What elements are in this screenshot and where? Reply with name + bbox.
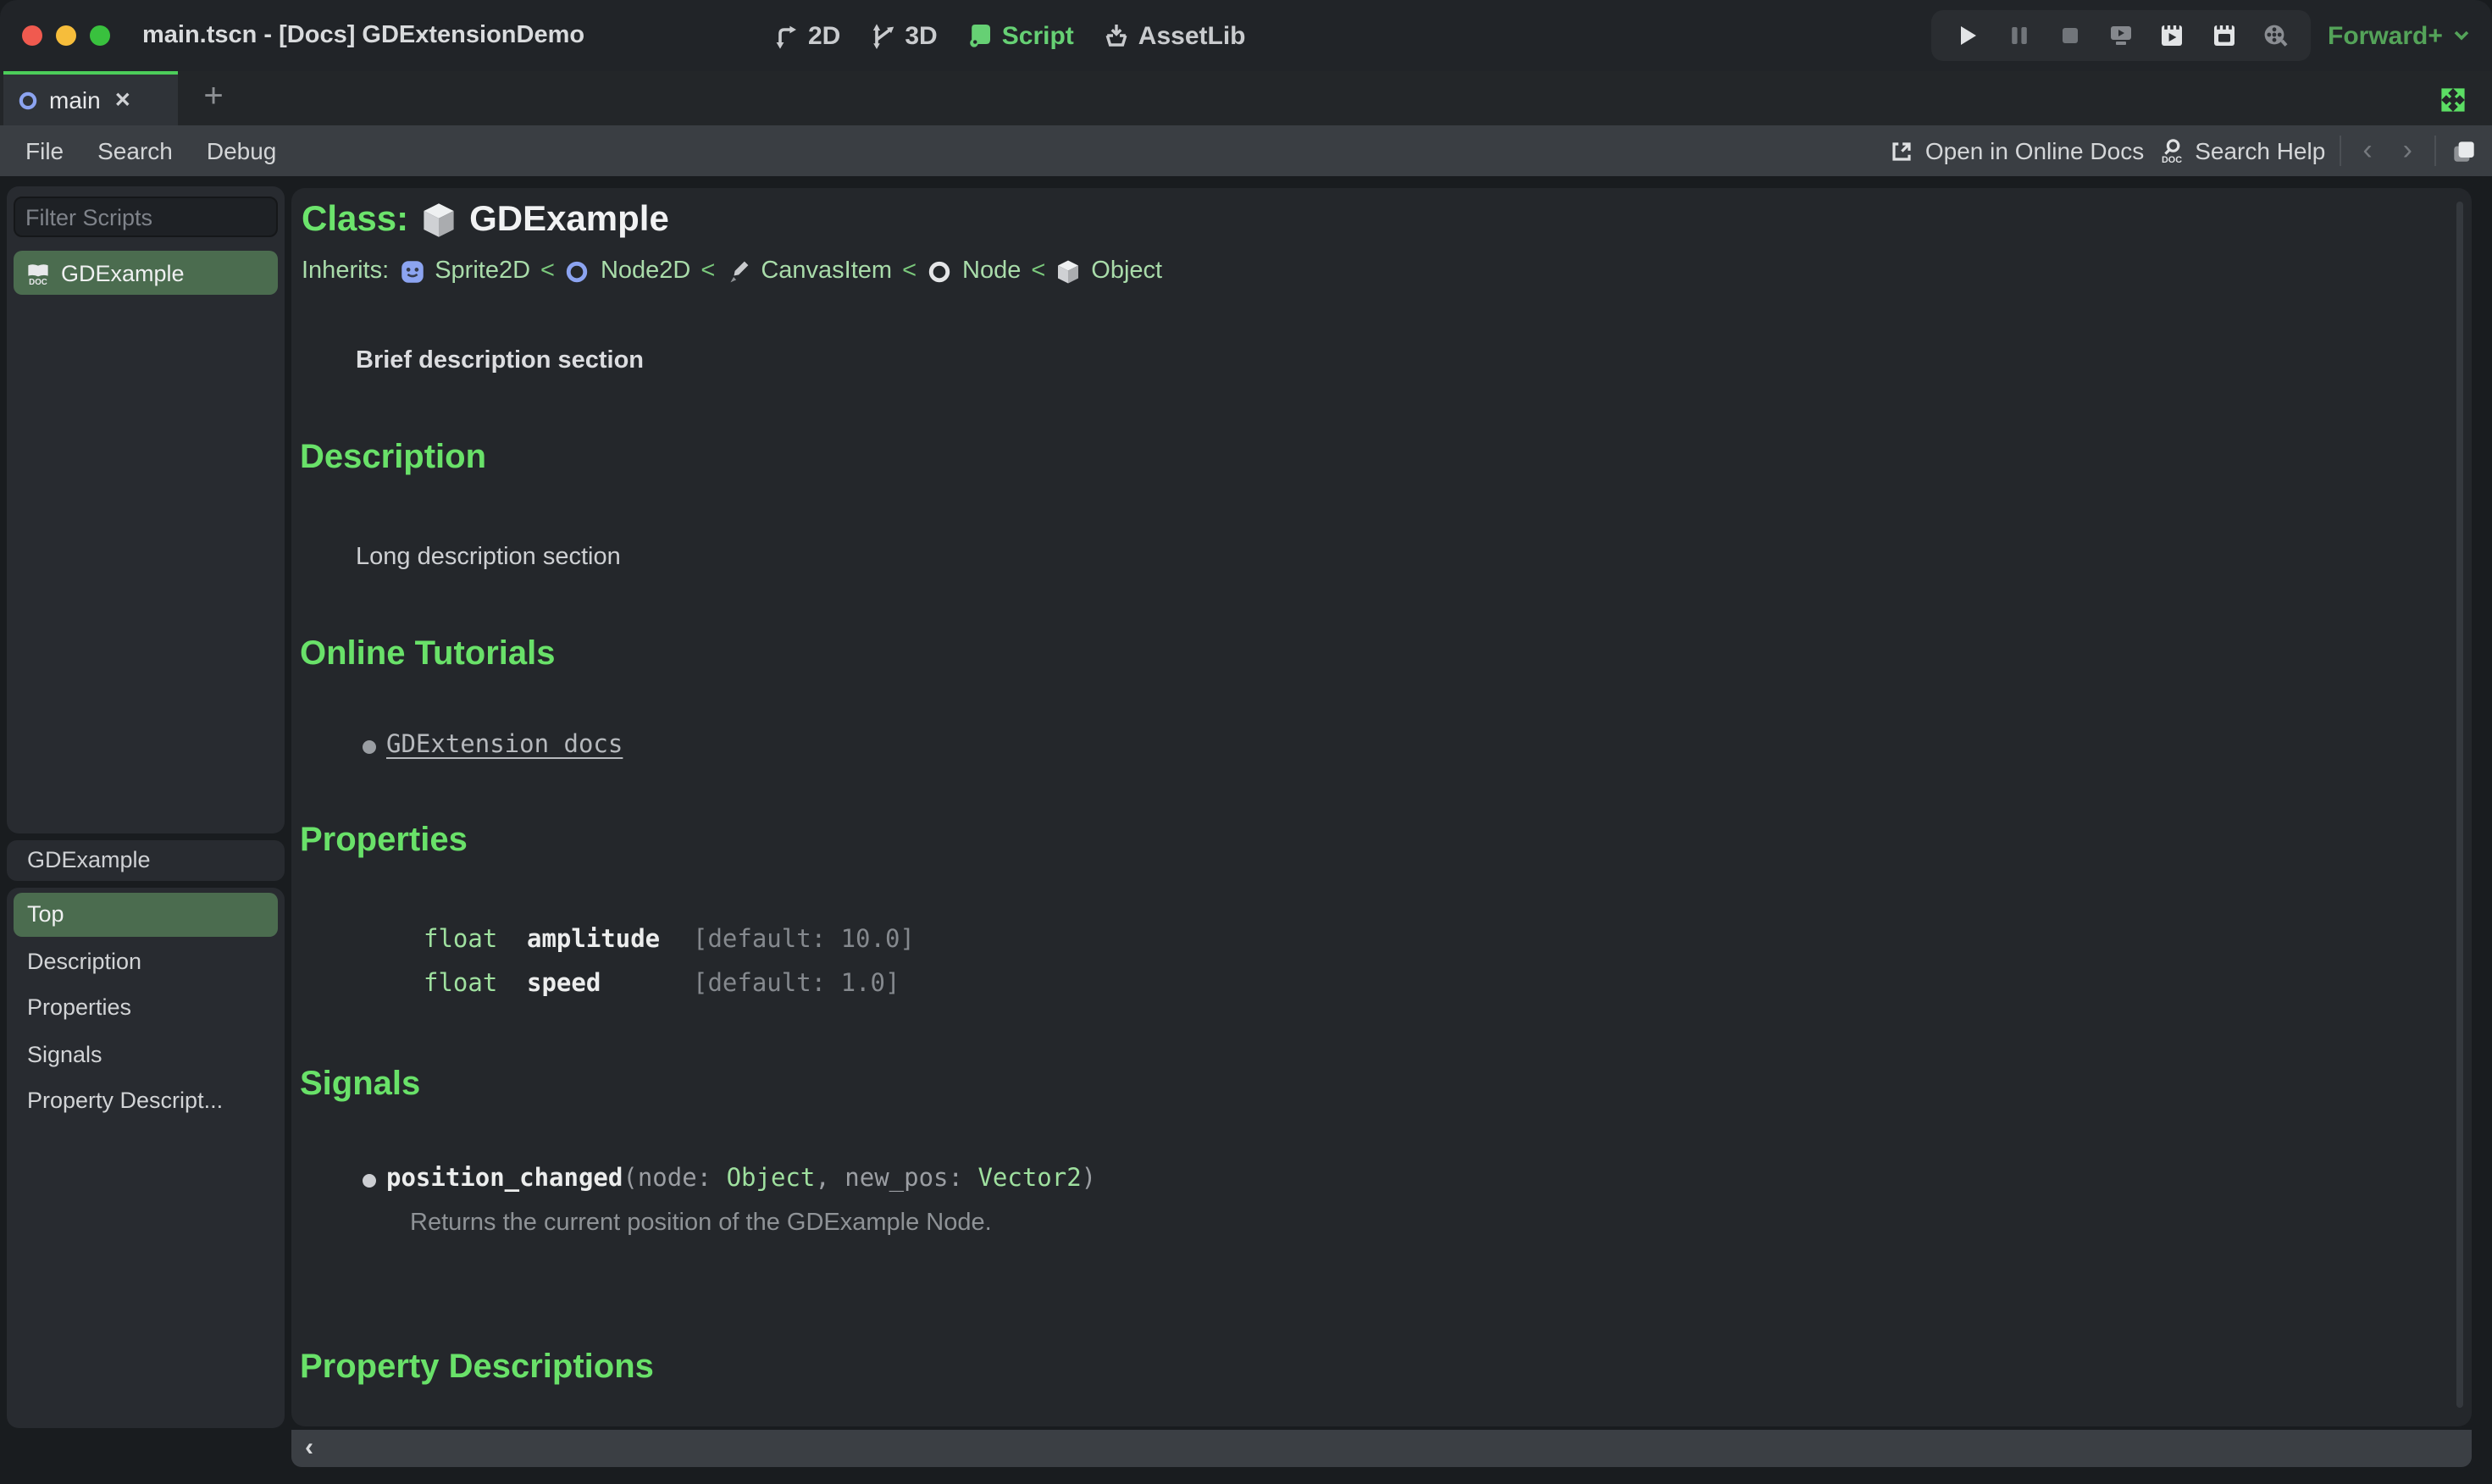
node2d-icon xyxy=(17,89,39,111)
zoom-window-button[interactable] xyxy=(90,25,110,46)
menu-search[interactable]: Search xyxy=(97,137,173,164)
script-list-item-gdexample[interactable]: DOC GDExample xyxy=(14,251,278,295)
list-bullet xyxy=(363,740,376,754)
filter-scripts-box xyxy=(14,197,356,237)
section-heading-property-descriptions: Property Descriptions xyxy=(300,1348,654,1386)
inherits-link-sprite2d[interactable]: Sprite2D xyxy=(435,257,530,285)
bottom-bar: ‹ xyxy=(291,1430,2472,1467)
property-default: [default: 10.0] xyxy=(693,927,915,954)
property-default: [default: 1.0] xyxy=(693,971,900,998)
doc-book-icon: DOC xyxy=(25,260,51,285)
playback-toolbar xyxy=(1931,10,2311,61)
property-type[interactable]: float xyxy=(424,927,497,954)
play-scene-button[interactable] xyxy=(2106,20,2136,51)
scene-tab-bar: main ✕ + xyxy=(0,71,2492,125)
play-custom-scene-button[interactable] xyxy=(2208,20,2239,51)
separator xyxy=(2339,136,2341,166)
history-forward-button[interactable]: › xyxy=(2395,127,2421,174)
distraction-free-mode-button[interactable] xyxy=(2439,86,2467,114)
scripts-panel-toggle-icon[interactable] xyxy=(2450,136,2478,165)
inherits-link-canvasitem[interactable]: CanvasItem xyxy=(761,257,892,285)
titlebar: main.tscn - [Docs] GDExtensionDemo 2D 3D… xyxy=(0,0,2492,71)
menu-debug[interactable]: Debug xyxy=(207,137,277,164)
object-cube-icon xyxy=(420,202,457,239)
section-heading-description: Description xyxy=(300,439,487,476)
window-title: main.tscn - [Docs] GDExtensionDemo xyxy=(142,22,585,49)
stop-button[interactable] xyxy=(2055,20,2085,51)
search-help-icon: DOC xyxy=(2157,137,2185,164)
inherits-label: Inherits: xyxy=(302,257,390,285)
section-heading-properties: Properties xyxy=(300,822,468,859)
class-label: Class: xyxy=(302,200,409,239)
outline-item-properties[interactable]: Properties xyxy=(14,986,278,1030)
long-description: Long description section xyxy=(356,544,621,571)
section-heading-online-tutorials: Online Tutorials xyxy=(300,635,556,673)
param-type-link[interactable]: Object xyxy=(727,1166,816,1193)
class-title: Class: GDExample xyxy=(302,200,669,241)
tab-main[interactable]: main ✕ xyxy=(3,71,178,125)
scripts-list-panel: DOC GDExample xyxy=(7,186,356,833)
pause-button[interactable] xyxy=(2003,20,2034,51)
movie-maker-button[interactable] xyxy=(2260,20,2290,51)
tab-2d[interactable]: 2D xyxy=(773,21,840,50)
script-icon xyxy=(966,22,994,49)
outline-item-property-descriptions[interactable]: Property Descript... xyxy=(14,1079,278,1123)
property-type[interactable]: float xyxy=(424,971,497,998)
brief-description: Brief description section xyxy=(356,347,645,374)
inherits-row: Inherits: Sprite2D < Node2D < CanvasItem… xyxy=(302,257,1163,285)
search-help-button[interactable]: DOC Search Help xyxy=(2157,137,2325,164)
play-current-scene-button[interactable] xyxy=(2157,20,2188,51)
separator xyxy=(2434,136,2436,166)
list-bullet xyxy=(363,1174,376,1188)
node2d-icon xyxy=(565,258,590,284)
2d-icon xyxy=(773,22,800,49)
svg-text:DOC: DOC xyxy=(29,277,47,285)
collapse-scripts-panel-button[interactable]: ‹ xyxy=(305,1430,313,1467)
canvasitem-icon xyxy=(725,258,750,284)
outline-item-description[interactable]: Description xyxy=(14,940,278,984)
inherits-link-object[interactable]: Object xyxy=(1091,257,1162,285)
tab-3d[interactable]: 3D xyxy=(869,21,938,50)
inherits-link-node[interactable]: Node xyxy=(962,257,1021,285)
section-heading-signals: Signals xyxy=(300,1066,421,1103)
script-editor-menubar: File Search Debug Open in Online Docs DO… xyxy=(0,125,2492,176)
class-name: GDExample xyxy=(469,200,669,239)
class-doc-viewer: Class: GDExample Inherits: Sprite2D < No… xyxy=(291,188,2472,1426)
signal-definition: position_changed(node: Object, new_pos: … xyxy=(386,1166,1097,1193)
play-button[interactable] xyxy=(1952,20,1983,51)
doc-outline-panel: Top Description Properties Signals Prope… xyxy=(7,888,285,1428)
outline-item-top[interactable]: Top xyxy=(14,893,278,937)
close-window-button[interactable] xyxy=(22,25,42,46)
assetlib-icon xyxy=(1103,22,1130,49)
external-link-icon xyxy=(1890,138,1915,163)
minimize-window-button[interactable] xyxy=(56,25,76,46)
new-tab-button[interactable]: + xyxy=(190,71,237,125)
history-back-button[interactable]: ‹ xyxy=(2354,127,2380,174)
sprite2d-icon xyxy=(399,258,424,284)
macos-window-controls xyxy=(22,25,110,46)
tab-script[interactable]: Script xyxy=(966,21,1074,50)
chevron-down-icon xyxy=(2451,25,2472,46)
menu-file[interactable]: File xyxy=(25,137,64,164)
outline-header: GDExample xyxy=(7,840,285,881)
inherits-link-node2d[interactable]: Node2D xyxy=(601,257,690,285)
close-tab-icon[interactable]: ✕ xyxy=(114,88,131,112)
renderer-dropdown[interactable]: Forward+ xyxy=(2328,0,2472,71)
svg-text:DOC: DOC xyxy=(2161,155,2181,164)
object-cube-icon xyxy=(1055,258,1081,284)
outline-item-signals[interactable]: Signals xyxy=(14,1033,278,1077)
tab-assetlib[interactable]: AssetLib xyxy=(1103,21,1246,50)
scrollbar-thumb[interactable] xyxy=(2456,202,2463,1408)
editor-context-switcher: 2D 3D Script AssetLib xyxy=(773,0,1246,71)
3d-icon xyxy=(869,22,896,49)
tutorial-link[interactable]: GDExtension docs xyxy=(386,732,623,759)
open-online-docs-button[interactable]: Open in Online Docs xyxy=(1890,137,2144,164)
node-icon xyxy=(927,258,952,284)
param-type-link[interactable]: Vector2 xyxy=(977,1166,1081,1193)
filter-scripts-input[interactable] xyxy=(15,204,335,230)
property-name[interactable]: amplitude xyxy=(527,927,660,954)
property-name[interactable]: speed xyxy=(527,971,601,998)
signal-description: Returns the current position of the GDEx… xyxy=(410,1210,992,1237)
godot-editor-window: main.tscn - [Docs] GDExtensionDemo 2D 3D… xyxy=(0,0,2492,1484)
